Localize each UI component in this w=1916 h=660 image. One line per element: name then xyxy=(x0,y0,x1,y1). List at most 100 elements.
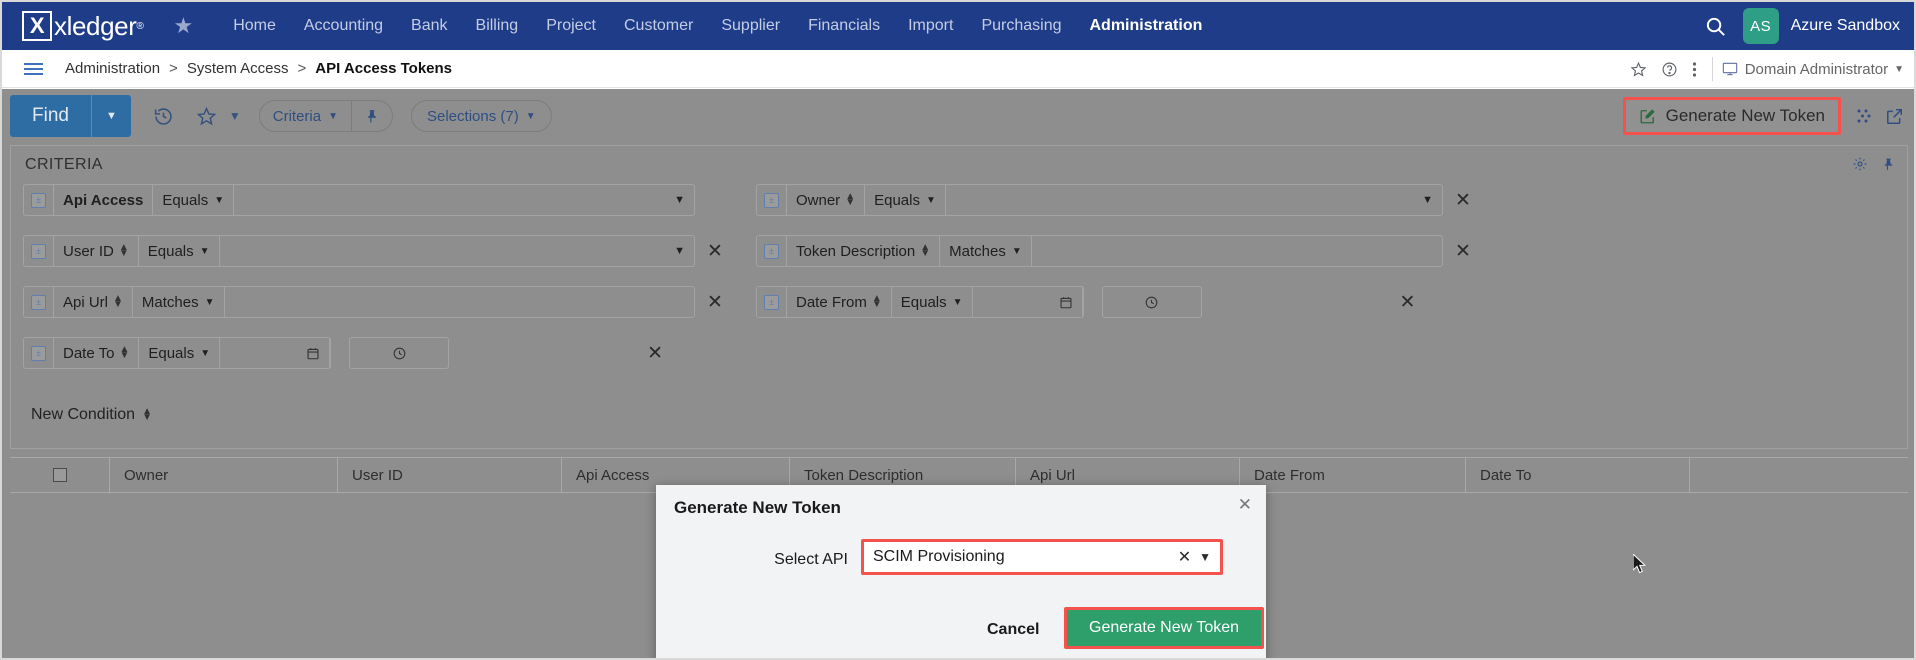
remove-condition-button[interactable]: ✕ xyxy=(1455,240,1471,263)
criteria-operator-select[interactable]: Equals ▼ xyxy=(139,338,221,368)
chevron-down-icon: ▼ xyxy=(204,296,215,308)
criteria-field-label[interactable]: Date From ▲ ▼ xyxy=(787,287,892,317)
selections-dropdown[interactable]: Selections (7) ▼ xyxy=(411,100,552,132)
kebab-menu-icon[interactable] xyxy=(1692,61,1697,78)
criteria-operator-select[interactable]: Matches ▼ xyxy=(940,236,1032,266)
nav-item-accounting[interactable]: Accounting xyxy=(290,17,397,35)
column-header-date-to[interactable]: Date To xyxy=(1466,458,1690,492)
select-api-dropdown[interactable]: SCIM Provisioning ✕ ▼ xyxy=(861,539,1223,575)
spinner-icon[interactable]: ▲ ▼ xyxy=(920,243,930,259)
account-name[interactable]: Azure Sandbox xyxy=(1791,17,1900,35)
external-link-icon[interactable] xyxy=(1885,107,1904,126)
user-role-menu[interactable]: Domain Administrator ▼ xyxy=(1721,61,1904,78)
column-header-date-from[interactable]: Date From xyxy=(1240,458,1466,492)
remove-condition-button[interactable]: ✕ xyxy=(1400,291,1416,314)
brand-logo[interactable]: Xxledger ® xyxy=(22,11,144,42)
criteria-value-select[interactable]: ▼ xyxy=(220,236,694,266)
spinner-icon[interactable]: ▲ ▼ xyxy=(113,294,123,310)
criteria-value-input[interactable] xyxy=(225,287,694,317)
find-button[interactable]: Find ▼ xyxy=(10,95,131,137)
clear-x-icon[interactable]: ✕ xyxy=(1174,547,1195,567)
cancel-button[interactable]: Cancel xyxy=(987,621,1039,639)
criteria-operator-select[interactable]: Equals ▼ xyxy=(865,185,946,215)
remove-condition-button[interactable]: ✕ xyxy=(647,342,663,365)
column-header-owner[interactable]: Owner xyxy=(110,458,338,492)
criteria-time-input[interactable] xyxy=(1101,286,1202,318)
spinner-icon[interactable]: ▲ ▼ xyxy=(142,407,152,423)
criteria-dropdown[interactable]: Criteria ▼ xyxy=(260,101,351,131)
criteria-value-select[interactable]: ▼ xyxy=(946,185,1442,215)
spinner-icon[interactable]: ▲ ▼ xyxy=(845,192,855,208)
nav-item-billing[interactable]: Billing xyxy=(462,17,533,35)
search-icon[interactable] xyxy=(1704,15,1727,38)
avatar[interactable]: AS xyxy=(1742,8,1779,44)
gear-icon[interactable] xyxy=(1852,156,1868,172)
dots-icon[interactable] xyxy=(1855,107,1873,125)
star-outline-icon[interactable] xyxy=(1630,61,1647,78)
criteria-date-input[interactable] xyxy=(220,338,331,368)
nav-item-bank[interactable]: Bank xyxy=(397,17,461,35)
spinner-icon[interactable]: ▲ ▼ xyxy=(119,345,129,361)
criteria-operator-select[interactable]: Equals ▼ xyxy=(153,185,235,215)
generate-new-token-submit-button[interactable]: Generate New Token xyxy=(1067,610,1262,646)
pin-criteria-button[interactable] xyxy=(352,101,392,131)
filter-toggle-icon[interactable]: ± xyxy=(24,338,54,368)
criteria-date-input[interactable] xyxy=(973,287,1083,317)
criteria-value-input[interactable] xyxy=(1032,236,1442,266)
nav-item-financials[interactable]: Financials xyxy=(794,17,894,35)
criteria-operator-select[interactable]: Equals ▼ xyxy=(892,287,973,317)
criteria-row: ± Api Url ▲ ▼ Matches ▼ ✕ xyxy=(23,286,723,318)
nav-item-import[interactable]: Import xyxy=(894,17,967,35)
chevron-down-icon: ▼ xyxy=(1422,194,1433,206)
breadcrumb-item-system-access[interactable]: System Access xyxy=(187,60,289,77)
pin-icon[interactable] xyxy=(1882,156,1895,172)
close-icon[interactable]: ✕ xyxy=(1238,495,1252,515)
favorite-dropdown[interactable]: ▼ xyxy=(196,106,241,127)
chevron-down-icon: ▼ xyxy=(952,296,963,308)
remove-condition-button[interactable]: ✕ xyxy=(1455,189,1471,212)
filter-toggle-icon[interactable]: ± xyxy=(757,287,787,317)
filter-toggle-icon[interactable]: ± xyxy=(757,236,787,266)
generate-new-token-button[interactable]: Generate New Token xyxy=(1622,97,1841,135)
criteria-operator-label: Matches xyxy=(141,293,199,311)
criteria-time-input[interactable] xyxy=(349,337,450,369)
criteria-value-select[interactable]: ▼ xyxy=(234,185,694,215)
criteria-operator-select[interactable]: Equals ▼ xyxy=(139,236,220,266)
caret-down-icon[interactable]: ▼ xyxy=(92,95,131,137)
criteria-field-label[interactable]: Api Access xyxy=(54,185,154,215)
spinner-icon[interactable]: ▲ ▼ xyxy=(119,243,129,259)
filter-toggle-icon[interactable]: ± xyxy=(24,185,54,215)
nav-item-home[interactable]: Home xyxy=(219,17,290,35)
selections-label: Selections (7) xyxy=(427,107,519,125)
criteria-field-text: Owner xyxy=(796,191,841,209)
history-icon[interactable] xyxy=(153,106,174,127)
nav-item-project[interactable]: Project xyxy=(532,17,610,35)
nav-item-customer[interactable]: Customer xyxy=(610,17,707,35)
column-header-user-id[interactable]: User ID xyxy=(338,458,562,492)
criteria-field-label[interactable]: Api Url ▲ ▼ xyxy=(54,287,133,317)
favorites-star-icon[interactable]: ★ xyxy=(173,15,193,37)
nav-item-supplier[interactable]: Supplier xyxy=(707,17,794,35)
nav-item-administration[interactable]: Administration xyxy=(1075,17,1216,35)
remove-condition-button[interactable]: ✕ xyxy=(707,291,723,314)
criteria-operator-label: Equals xyxy=(148,344,195,362)
criteria-field-label[interactable]: Owner ▲ ▼ xyxy=(787,185,866,215)
criteria-operator-label: Matches xyxy=(949,242,1006,260)
new-condition-button[interactable]: New Condition ▲ ▼ xyxy=(31,406,152,424)
spinner-icon[interactable]: ▲ ▼ xyxy=(872,294,882,310)
criteria-field-label[interactable]: User ID ▲ ▼ xyxy=(54,236,139,266)
remove-condition-button[interactable]: ✕ xyxy=(707,240,723,263)
filter-toggle-icon[interactable]: ± xyxy=(24,287,54,317)
criteria-row: ± Owner ▲ ▼ Equals ▼ ▼ ✕ xyxy=(756,184,1471,216)
criteria-operator-select[interactable]: Matches ▼ xyxy=(133,287,225,317)
criteria-field-label[interactable]: Token Description ▲ ▼ xyxy=(787,236,941,266)
hamburger-icon[interactable] xyxy=(24,62,43,75)
select-all-checkbox[interactable] xyxy=(10,458,110,492)
filter-toggle-icon[interactable]: ± xyxy=(24,236,54,266)
nav-item-purchasing[interactable]: Purchasing xyxy=(967,17,1075,35)
criteria-field-label[interactable]: Date To ▲ ▼ xyxy=(54,338,140,368)
help-circle-icon[interactable] xyxy=(1661,61,1678,78)
filter-toggle-icon[interactable]: ± xyxy=(757,185,787,215)
chevron-down-icon[interactable]: ▼ xyxy=(1195,550,1220,564)
breadcrumb-item-administration[interactable]: Administration xyxy=(65,60,160,77)
